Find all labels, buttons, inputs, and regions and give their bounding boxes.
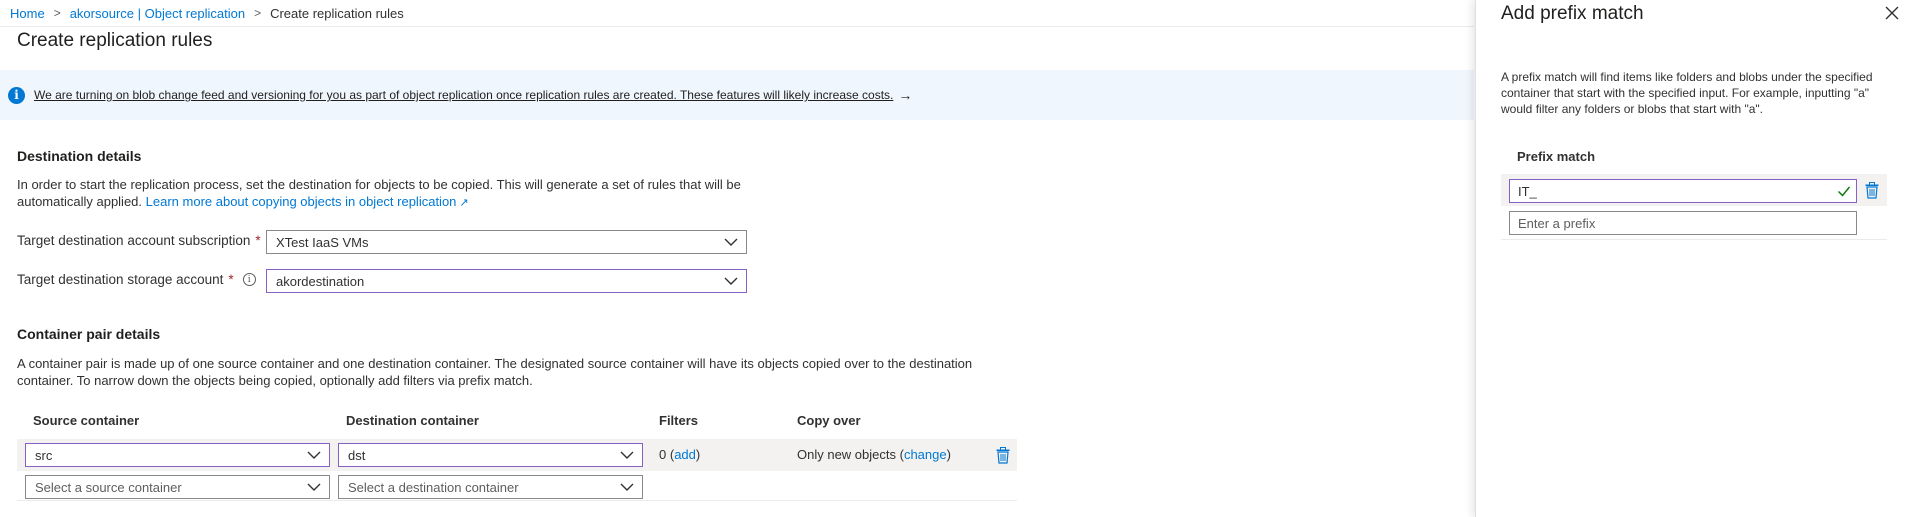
- main-pane: Home > akorsource | Object replication >…: [0, 0, 1474, 517]
- required-indicator: *: [255, 233, 261, 248]
- source-container-dropdown[interactable]: src: [25, 443, 330, 467]
- add-filter-link[interactable]: add: [674, 447, 696, 462]
- new-prefix-input-field[interactable]: [1510, 214, 1856, 232]
- learn-more-text: Learn more about copying objects in obje…: [145, 194, 457, 209]
- new-destination-placeholder: Select a destination container: [348, 479, 519, 495]
- new-source-placeholder: Select a source container: [35, 479, 182, 495]
- column-header-source: Source container: [33, 413, 140, 428]
- new-source-container-dropdown[interactable]: Select a source container: [25, 475, 330, 499]
- learn-more-link[interactable]: Learn more about copying objects in obje…: [146, 194, 469, 209]
- chevron-down-icon: [724, 277, 738, 285]
- subscription-dropdown[interactable]: XTest IaaS VMs: [266, 230, 747, 254]
- chevron-down-icon: [620, 483, 634, 491]
- chevron-down-icon: [307, 451, 321, 459]
- header-divider: [0, 26, 1474, 27]
- subscription-label-text: Target destination account subscription: [17, 233, 251, 248]
- table-divider: [17, 500, 1017, 501]
- panel-description: A prefix match will find items like fold…: [1501, 70, 1873, 116]
- breadcrumb-separator: >: [254, 6, 262, 20]
- change-copy-over-link[interactable]: change: [904, 447, 947, 462]
- destination-container-value: dst: [348, 447, 366, 463]
- banner-link[interactable]: We are turning on blob change feed and v…: [34, 88, 893, 102]
- column-header-prefix-match: Prefix match: [1517, 149, 1596, 164]
- breadcrumb: Home > akorsource | Object replication >…: [10, 4, 404, 22]
- new-prefix-input[interactable]: [1509, 211, 1857, 235]
- close-icon[interactable]: [1884, 5, 1900, 21]
- breadcrumb-home-link[interactable]: Home: [10, 6, 45, 21]
- subscription-value: XTest IaaS VMs: [276, 234, 369, 250]
- filters-count: 0: [659, 447, 667, 462]
- breadcrumb-parent-link[interactable]: akorsource | Object replication: [70, 6, 245, 21]
- storage-account-label-text: Target destination storage account: [17, 272, 224, 287]
- external-link-icon: ↗: [459, 197, 469, 209]
- destination-section-title: Destination details: [17, 148, 142, 164]
- copy-over-cell: Only new objects (change): [797, 447, 951, 462]
- subscription-label: Target destination account subscription …: [17, 233, 261, 248]
- storage-account-label: Target destination storage account * i: [17, 272, 256, 287]
- info-banner: i We are turning on blob change feed and…: [0, 70, 1474, 120]
- panel-divider: [1501, 239, 1887, 240]
- column-header-copy-over: Copy over: [797, 413, 861, 428]
- copy-over-value: Only new objects: [797, 447, 896, 462]
- storage-account-dropdown[interactable]: akordestination: [266, 269, 747, 293]
- container-pair-section-title: Container pair details: [17, 326, 161, 342]
- destination-container-dropdown[interactable]: dst: [338, 443, 643, 467]
- filters-cell: 0 (add): [659, 447, 701, 462]
- chevron-down-icon: [620, 451, 634, 459]
- info-tooltip-icon[interactable]: i: [242, 273, 256, 286]
- column-header-filters: Filters: [659, 413, 699, 428]
- arrow-right-icon[interactable]: →: [898, 87, 912, 103]
- add-prefix-match-panel: Add prefix match A prefix match will fin…: [1475, 0, 1909, 517]
- source-container-value: src: [35, 447, 53, 463]
- required-indicator: *: [228, 272, 234, 287]
- storage-account-value: akordestination: [276, 273, 365, 289]
- delete-row-trash-icon[interactable]: [996, 447, 1010, 464]
- new-destination-container-dropdown[interactable]: Select a destination container: [338, 475, 643, 499]
- chevron-down-icon: [307, 483, 321, 491]
- destination-description: In order to start the replication proces…: [17, 176, 777, 212]
- checkmark-icon: [1837, 186, 1851, 197]
- chevron-down-icon: [724, 238, 738, 246]
- info-icon: i: [8, 86, 25, 104]
- breadcrumb-separator: >: [53, 6, 61, 20]
- prefix-input-field[interactable]: [1510, 182, 1837, 200]
- prefix-input[interactable]: [1509, 179, 1857, 203]
- page-title: Create replication rules: [17, 30, 213, 51]
- delete-prefix-trash-icon[interactable]: [1865, 182, 1879, 199]
- breadcrumb-current: Create replication rules: [270, 5, 404, 21]
- panel-title: Add prefix match: [1501, 3, 1644, 24]
- column-header-destination: Destination container: [346, 413, 479, 428]
- container-pair-description: A container pair is made up of one sourc…: [17, 356, 973, 388]
